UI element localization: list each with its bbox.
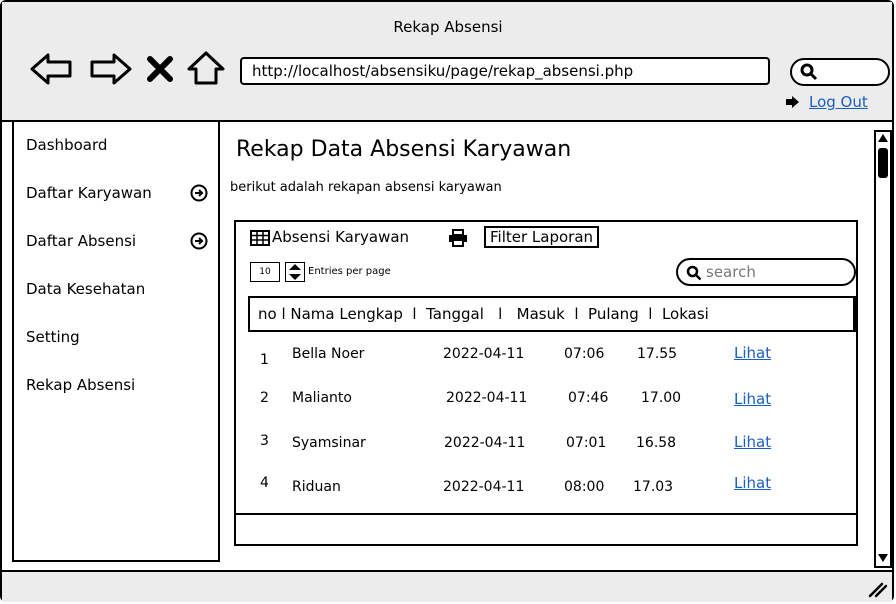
lihat-link[interactable]: Lihat (734, 390, 771, 408)
lihat-link[interactable]: Lihat (734, 344, 771, 362)
sort-stepper-icon[interactable] (285, 262, 305, 282)
cell-masuk: 07:01 (566, 435, 607, 451)
tab-absensi-karyawan[interactable]: Absensi Karyawan (272, 228, 409, 246)
cell-pulang: 16.58 (636, 435, 677, 451)
sidebar: Dashboard Daftar Karyawan Daftar Absensi… (12, 120, 220, 562)
panel-footer-divider (234, 513, 858, 515)
back-arrow-icon[interactable] (30, 52, 74, 86)
sidebar-item-dashboard[interactable]: Dashboard (26, 136, 107, 154)
resize-grip-icon[interactable] (866, 580, 888, 598)
logout-label[interactable]: Log Out (809, 93, 868, 111)
cell-nama: Riduan (292, 479, 341, 495)
sidebar-item-daftar-karyawan[interactable]: Daftar Karyawan (26, 184, 152, 202)
lihat-link[interactable]: Lihat (734, 474, 771, 492)
url-input[interactable]: http://localhost/absensiku/page/rekap_ab… (240, 57, 770, 85)
page-title: Rekap Data Absensi Karyawan (236, 137, 572, 162)
forward-arrow-icon[interactable] (88, 52, 132, 86)
logout-link[interactable]: Log Out (785, 93, 868, 111)
cell-pulang: 17.00 (641, 390, 682, 406)
filter-laporan-button[interactable]: Filter Laporan (484, 226, 600, 248)
print-icon[interactable] (448, 229, 468, 247)
cell-tanggal: 2022-04-11 (443, 346, 525, 362)
cell-nama: Malianto (292, 390, 352, 406)
cell-no: 4 (260, 475, 269, 491)
arrow-circle-right-icon[interactable] (190, 184, 208, 202)
window-title: Rekap Absensi (393, 18, 503, 36)
sidebar-item-setting[interactable]: Setting (26, 328, 80, 346)
vertical-scrollbar[interactable] (874, 130, 892, 568)
table-header: no l Nama Lengkap l Tanggal l Masuk l Pu… (248, 296, 856, 332)
search-icon (686, 265, 702, 281)
scroll-up-icon[interactable] (876, 132, 890, 144)
table-icon (250, 230, 270, 246)
cell-no: 3 (260, 433, 269, 449)
cell-pulang: 17.03 (633, 479, 674, 495)
search-placeholder: search (706, 263, 756, 281)
cell-pulang: 17.55 (637, 346, 678, 362)
cell-tanggal: 2022-04-11 (443, 479, 525, 495)
cell-tanggal: 2022-04-11 (446, 390, 528, 406)
entries-label: Entries per page (308, 266, 391, 277)
cell-no: 2 (260, 390, 269, 406)
logout-icon (786, 96, 799, 108)
cell-nama: Syamsinar (292, 435, 366, 451)
arrow-circle-right-icon[interactable] (190, 232, 208, 250)
page-subtitle: berikut adalah rekapan absensi karyawan (230, 180, 502, 195)
scrollbar-thumb[interactable] (878, 148, 888, 178)
home-icon[interactable] (186, 50, 226, 86)
sidebar-item-data-kesehatan[interactable]: Data Kesehatan (26, 280, 145, 298)
cell-masuk: 08:00 (564, 479, 605, 495)
table-search-input[interactable]: search (676, 258, 856, 286)
entries-select[interactable]: 10 (250, 262, 280, 282)
browser-search-button[interactable] (790, 58, 890, 86)
cell-nama: Bella Noer (292, 346, 365, 362)
sidebar-item-daftar-absensi[interactable]: Daftar Absensi (26, 232, 136, 250)
cell-no: 1 (260, 352, 269, 368)
lihat-link[interactable]: Lihat (734, 433, 771, 451)
close-icon[interactable] (147, 56, 173, 82)
scroll-down-icon[interactable] (876, 552, 890, 564)
sidebar-item-rekap-absensi[interactable]: Rekap Absensi (26, 376, 135, 394)
cell-masuk: 07:06 (564, 346, 605, 362)
search-icon (800, 63, 818, 81)
status-bar (2, 570, 892, 602)
cell-masuk: 07:46 (568, 390, 609, 406)
cell-tanggal: 2022-04-11 (444, 435, 526, 451)
